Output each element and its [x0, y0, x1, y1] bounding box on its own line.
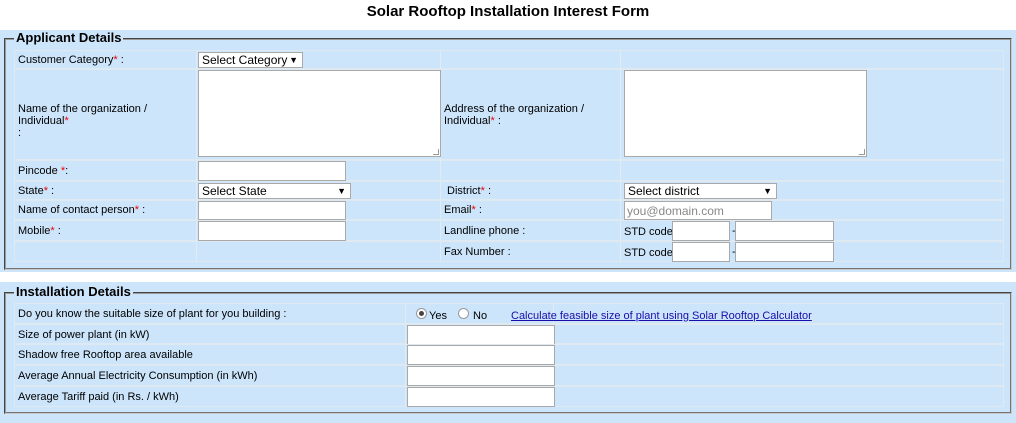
installation-fieldset: Installation Details Do you know the sui… [4, 285, 1012, 414]
row-state-district: State* : Select State ▼ District* : Sele… [14, 181, 1004, 200]
mobile-input[interactable] [198, 221, 346, 241]
mobile-label: Mobile* : [18, 225, 61, 237]
applicant-panel: Applicant Details Customer Category* : S… [0, 30, 1016, 272]
applicant-legend: Applicant Details [14, 30, 124, 45]
contact-person-label: Name of contact person* : [18, 204, 146, 216]
email-input[interactable]: you@domain.com [624, 201, 772, 220]
customer-category-label: Customer Category* : [18, 54, 124, 66]
applicant-fieldset: Applicant Details Customer Category* : S… [4, 31, 1012, 270]
shadow-area-input[interactable] [407, 345, 555, 365]
consumption-input[interactable] [407, 366, 555, 386]
address-textarea[interactable] [624, 70, 867, 157]
resize-grip-icon[interactable] [859, 149, 865, 155]
no-radio[interactable] [458, 308, 469, 319]
state-select[interactable]: Select State ▼ [198, 183, 351, 199]
dropdown-arrow-icon: ▼ [337, 186, 346, 196]
org-name-label: Name of the organization / Individual*: [18, 103, 148, 139]
installation-panel: Installation Details Do you know the sui… [0, 282, 1016, 423]
landline-std-code-input[interactable] [672, 221, 730, 241]
district-value: Select district [628, 184, 700, 198]
row-pincode: Pincode *: [14, 160, 1004, 181]
know-size-label: Do you know the suitable size of plant f… [18, 308, 287, 320]
contact-person-input[interactable] [198, 201, 346, 220]
plant-size-label: Size of power plant (in kW) [18, 329, 150, 341]
landline-std-code-label: STD code [624, 226, 673, 238]
yes-radio[interactable] [416, 308, 427, 319]
org-name-textarea[interactable] [198, 70, 441, 157]
yes-label[interactable]: Yes [429, 310, 447, 322]
state-label: State* : [18, 185, 55, 197]
state-value: Select State [202, 184, 267, 198]
row-shadow-area: Shadow free Rooftop area available [14, 344, 1004, 365]
pincode-input[interactable] [198, 161, 346, 181]
installation-legend: Installation Details [14, 284, 133, 299]
row-customer-category: Customer Category* : Select Category ▼ [14, 50, 1004, 69]
shadow-area-label: Shadow free Rooftop area available [18, 349, 193, 361]
fax-std-code-input[interactable] [672, 242, 730, 262]
pincode-label: Pincode *: [18, 165, 69, 177]
resize-grip-icon[interactable] [433, 149, 439, 155]
dropdown-arrow-icon: ▼ [289, 55, 298, 65]
row-mobile-landline: Mobile* : Landline phone : STD code - [14, 220, 1004, 241]
page-title: Solar Rooftop Installation Interest Form [366, 3, 650, 20]
row-know-size: Do you know the suitable size of plant f… [14, 303, 1004, 324]
dropdown-arrow-icon: ▼ [763, 186, 772, 196]
landline-number-input[interactable] [735, 221, 834, 241]
row-contact-email: Name of contact person* : Email* : you@d… [14, 200, 1004, 220]
district-label: District* : [447, 185, 492, 197]
customer-category-select[interactable]: Select Category ▼ [198, 52, 303, 68]
landline-label: Landline phone : [444, 225, 526, 237]
tariff-label: Average Tariff paid (in Rs. / kWh) [18, 391, 179, 403]
plant-size-input[interactable] [407, 325, 555, 345]
address-label: Address of the organization / Individual*… [444, 103, 585, 127]
row-fax: Fax Number : STD code - [14, 241, 1004, 262]
row-org-address: Name of the organization / Individual*: … [14, 69, 1004, 160]
email-label: Email* : [444, 204, 482, 216]
fax-label: Fax Number : [444, 246, 511, 258]
fax-std-code-label: STD code [624, 247, 673, 259]
row-tariff: Average Tariff paid (in Rs. / kWh) [14, 386, 1004, 407]
customer-category-value: Select Category [202, 53, 288, 67]
district-select[interactable]: Select district ▼ [624, 183, 777, 199]
tariff-input[interactable] [407, 387, 555, 407]
row-consumption: Average Annual Electricity Consumption (… [14, 365, 1004, 386]
calculator-link[interactable]: Calculate feasible size of plant using S… [511, 310, 812, 322]
row-plant-size: Size of power plant (in kW) [14, 324, 1004, 345]
no-label[interactable]: No [473, 310, 487, 322]
consumption-label: Average Annual Electricity Consumption (… [18, 370, 258, 382]
fax-number-input[interactable] [735, 242, 834, 262]
